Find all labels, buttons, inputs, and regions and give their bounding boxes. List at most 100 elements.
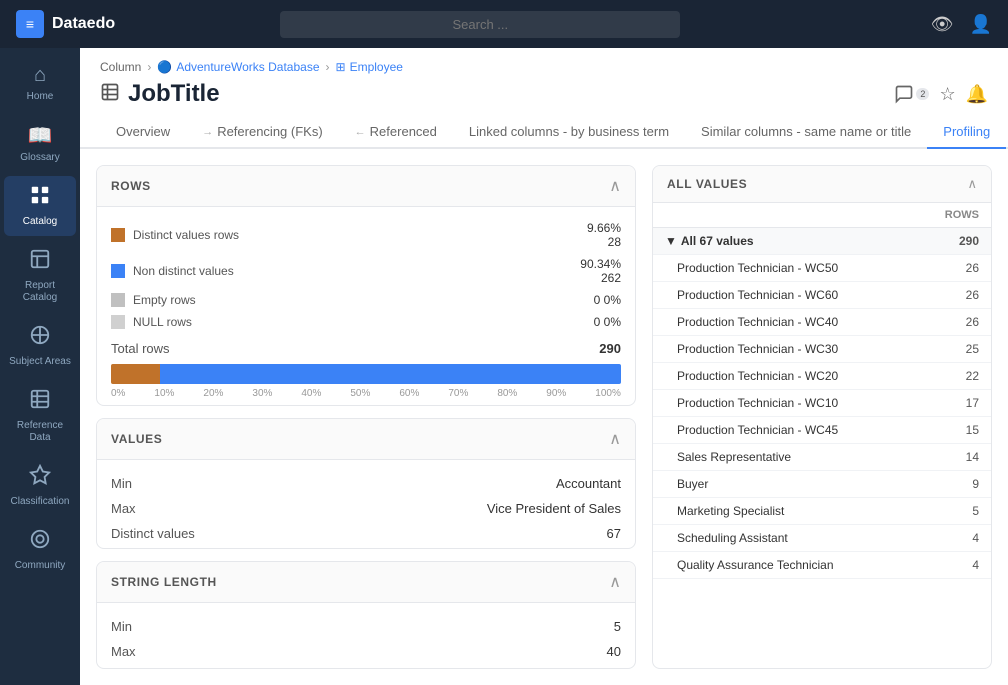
all-values-header: ALL VALUES ∧ [653, 166, 991, 203]
values-section: VALUES ∧ Min Accountant Max Vice Preside… [96, 418, 636, 549]
classification-icon [29, 464, 51, 492]
str-max-label: Max [111, 642, 366, 661]
all-values-collapse[interactable]: ∧ [967, 176, 977, 192]
null-pct: 0 0% [594, 315, 621, 329]
group-label: ▼All 67 values [653, 228, 914, 255]
legend-row-null: NULL rows 0 0% [111, 315, 621, 329]
bar-axis: 0% 10% 20% 30% 40% 50% 60% 70% 80% 90% [111, 388, 621, 399]
list-item: Production Technician - WC4515 [653, 417, 991, 444]
nondistinct-values: 90.34% 262 [580, 257, 621, 285]
null-color [111, 315, 125, 329]
rows-section: ROWS ∧ Distinct values rows 9.66% [96, 165, 636, 406]
list-item: Production Technician - WC3025 [653, 336, 991, 363]
rows-collapse-button[interactable]: ∧ [609, 176, 621, 196]
string-collapse-button[interactable]: ∧ [609, 572, 621, 592]
nondistinct-label: Non distinct values [133, 264, 572, 278]
tab-overview[interactable]: Overview [100, 116, 186, 149]
value-name: Production Technician - WC50 [653, 255, 914, 282]
str-max-value: 40 [366, 642, 621, 661]
list-item: Scheduling Assistant4 [653, 525, 991, 552]
tabs: Overview → Referencing (FKs) ← Reference… [80, 116, 1008, 149]
bar-nondistinct [160, 364, 621, 384]
value-name: Production Technician - WC10 [653, 390, 914, 417]
null-values: 0 0% [594, 315, 621, 329]
all-values-card: ALL VALUES ∧ ROWS [652, 165, 992, 669]
column-icon [100, 82, 120, 107]
values-grid: Min Accountant Max Vice President of Sal… [111, 474, 621, 543]
breadcrumb-table[interactable]: ⊞ Employee [336, 60, 403, 74]
sidebar-item-subject-areas[interactable]: Subject Areas [4, 316, 76, 376]
column-title: JobTitle [128, 80, 220, 108]
nondistinct-color [111, 264, 125, 278]
bar-distinct [111, 364, 160, 384]
breadcrumb-db[interactable]: 🔵 AdventureWorks Database [157, 60, 319, 74]
sidebar-item-home[interactable]: ⌂ Home [4, 56, 76, 111]
sidebar-item-classification[interactable]: Classification [4, 456, 76, 516]
topnav: ≡ Dataedo 👁 👤 [0, 0, 1008, 48]
home-icon: ⌂ [34, 64, 46, 87]
empty-values: 0 0% [594, 293, 621, 307]
distinct-color [111, 228, 125, 242]
rows-section-body: Distinct values rows 9.66% 28 Non distin… [97, 207, 635, 406]
all-values-table-wrap: ROWS ▼All 67 values290Production Technic… [653, 203, 991, 668]
total-value: 290 [599, 341, 621, 356]
sidebar-item-label: Glossary [20, 152, 59, 164]
empty-color [111, 293, 125, 307]
tab-similar-columns[interactable]: Similar columns - same name or title [685, 116, 927, 149]
legend-row-nondistinct: Non distinct values 90.34% 262 [111, 257, 621, 285]
values-section-title: VALUES [111, 432, 162, 446]
sidebar-item-report-catalog[interactable]: Report Catalog [4, 240, 76, 312]
community-icon [29, 528, 51, 556]
sidebar-item-reference-data[interactable]: Reference Data [4, 380, 76, 452]
breadcrumb-sep2: › [326, 60, 330, 74]
value-name: Production Technician - WC45 [653, 417, 914, 444]
page-title-row: JobTitle 2 ☆ 🔔 [100, 80, 988, 116]
sidebar-item-catalog[interactable]: Catalog [4, 176, 76, 236]
value-count: 5 [914, 498, 991, 525]
referenced-arrow: ← [355, 126, 366, 138]
sidebar-item-community[interactable]: Community [4, 520, 76, 580]
group-count: 290 [914, 228, 991, 255]
comment-button[interactable]: 2 [894, 84, 929, 104]
bar-chart: 0% 10% 20% 30% 40% 50% 60% 70% 80% 90% [111, 364, 621, 399]
tab-referenced[interactable]: ← Referenced [339, 116, 453, 149]
content-area: Column › 🔵 AdventureWorks Database › ⊞ E… [80, 48, 1008, 685]
comment-count: 2 [916, 88, 929, 100]
sidebar-item-glossary[interactable]: 📖 Glossary [4, 115, 76, 172]
tab-linked-label: Linked columns - by business term [469, 124, 669, 139]
list-item: Sales Representative14 [653, 444, 991, 471]
user-icon[interactable]: 👤 [970, 14, 992, 35]
tab-profiling[interactable]: Profiling [927, 116, 1006, 149]
legend-row-empty: Empty rows 0 0% [111, 293, 621, 307]
db-icon: 🔵 [157, 60, 172, 74]
values-section-header: VALUES ∧ [97, 419, 635, 460]
panels: ROWS ∧ Distinct values rows 9.66% [80, 149, 1008, 685]
str-min-value: 5 [366, 617, 621, 636]
distinct-values: 9.66% 28 [587, 221, 621, 249]
nondistinct-pct: 90.34% [580, 257, 621, 271]
values-section-body: Min Accountant Max Vice President of Sal… [97, 460, 635, 549]
list-item: Production Technician - WC1017 [653, 390, 991, 417]
list-item: Buyer9 [653, 471, 991, 498]
distinct-label: Distinct values rows [133, 228, 579, 242]
null-label: NULL rows [133, 315, 586, 329]
value-count: 26 [914, 282, 991, 309]
sidebar-item-label: Report Catalog [8, 280, 72, 304]
empty-label: Empty rows [133, 293, 586, 307]
logo-icon: ≡ [16, 10, 44, 38]
list-item: Production Technician - WC2022 [653, 363, 991, 390]
value-count: 4 [914, 552, 991, 579]
str-min-label: Min [111, 617, 366, 636]
value-name: Sales Representative [653, 444, 914, 471]
values-collapse-button[interactable]: ∧ [609, 429, 621, 449]
legend-row-distinct: Distinct values rows 9.66% 28 [111, 221, 621, 249]
empty-pct: 0 0% [594, 293, 621, 307]
tab-referencing[interactable]: → Referencing (FKs) [186, 116, 338, 149]
star-button[interactable]: ☆ [939, 84, 955, 105]
search-input[interactable] [280, 11, 680, 38]
bell-button[interactable]: 🔔 [966, 84, 988, 105]
value-count: 14 [914, 444, 991, 471]
eye-icon[interactable]: 👁 [931, 14, 954, 35]
string-section-title: STRING LENGTH [111, 575, 217, 589]
tab-linked-columns[interactable]: Linked columns - by business term [453, 116, 685, 149]
